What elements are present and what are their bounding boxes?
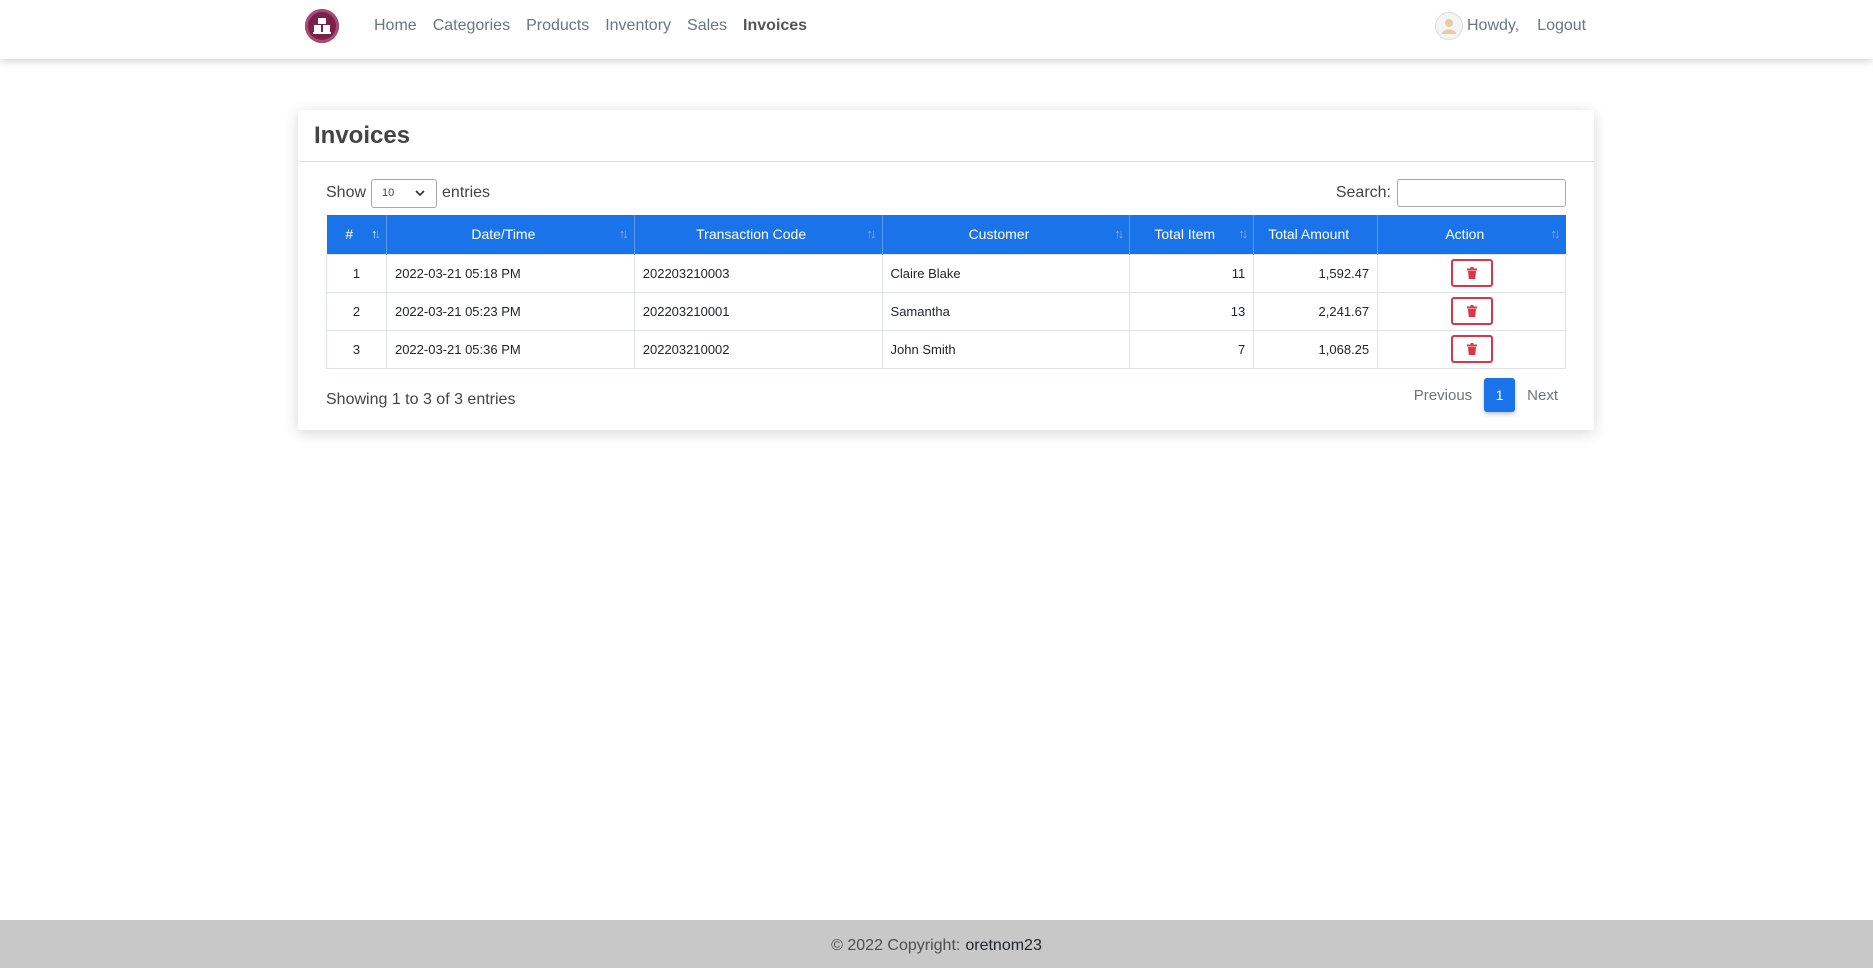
cell-total-amount: 2,241.67 — [1253, 291, 1379, 331]
column-header-action[interactable]: Action ↑↓ — [1377, 215, 1566, 254]
cell-total-item: 11 — [1129, 253, 1255, 293]
cell-number: 2 — [326, 291, 387, 331]
delete-button[interactable] — [1450, 335, 1493, 363]
column-header-customer[interactable]: Customer ↑↓ — [882, 215, 1131, 254]
cell-total-amount: 1,592.47 — [1253, 253, 1379, 293]
cell-action — [1377, 253, 1566, 293]
trash-icon — [1466, 343, 1477, 355]
user-avatar-icon — [1442, 19, 1456, 34]
chevron-down-icon — [415, 190, 425, 197]
copyright-owner-link[interactable]: oretnom23 — [965, 937, 1042, 955]
sort-icon: ↑↓ — [1238, 226, 1248, 241]
search-control: Search: — [1336, 178, 1566, 208]
column-header-label: # — [345, 226, 354, 243]
pagination: Previous 1 Next — [1402, 378, 1570, 412]
nav-products[interactable]: Products — [526, 17, 589, 35]
column-header-total-amount: Total Amount — [1253, 215, 1379, 254]
sort-icon: ↑↓ — [1114, 226, 1124, 241]
search-label: Search: — [1335, 184, 1391, 201]
trash-icon — [1466, 267, 1477, 279]
table-row: 2 2022-03-21 05:23 PM 202203210001 Saman… — [326, 291, 1566, 331]
column-header-label: Date/Time — [471, 226, 536, 243]
cell-customer: Samantha — [881, 291, 1131, 331]
page-length-value: 10 — [382, 187, 395, 199]
cell-transaction-code: 202203210003 — [633, 253, 883, 293]
table-info: Showing 1 to 3 of 3 entries — [326, 391, 516, 408]
column-header-label: Total Item — [1154, 226, 1216, 243]
cell-customer: John Smith — [881, 329, 1131, 369]
page-length-control: Show 10 entries — [326, 178, 490, 208]
sort-icon: ↑↓ — [618, 226, 629, 241]
cell-number: 1 — [326, 253, 387, 293]
page-footer: © 2022 Copyright: oretnom23 — [0, 920, 1873, 968]
cell-action — [1377, 291, 1566, 331]
column-header-label: Total Amount — [1268, 226, 1350, 243]
previous-page-button[interactable]: Previous — [1402, 379, 1484, 412]
delete-button[interactable] — [1450, 259, 1493, 287]
column-header-total-item[interactable]: Total Item ↑↓ — [1129, 215, 1255, 254]
trash-icon — [1466, 305, 1477, 317]
nav-home[interactable]: Home — [374, 17, 417, 35]
table-row: 1 2022-03-21 05:18 PM 202203210003 Clair… — [326, 253, 1566, 293]
cell-transaction-code: 202203210001 — [633, 291, 883, 331]
cell-transaction-code: 202203210002 — [633, 329, 883, 369]
nav-categories[interactable]: Categories — [433, 17, 510, 35]
brand-logo[interactable] — [305, 9, 339, 43]
store-logo-icon — [313, 18, 331, 34]
table-header-row: # ↑↓ Date/Time ↑↓ Transaction Code ↑↓ Custo… — [326, 215, 1566, 254]
card-header: Invoices — [298, 110, 1594, 162]
column-header-label: Customer — [968, 226, 1030, 243]
sort-icon: ↑↓ — [1550, 226, 1561, 241]
greeting-text: Howdy, — [1467, 17, 1520, 34]
nav-sales[interactable]: Sales — [687, 17, 727, 35]
invoices-table: # ↑↓ Date/Time ↑↓ Transaction Code ↑↓ Custo… — [326, 215, 1566, 369]
table-controls: Show 10 entries Search: — [326, 178, 1566, 208]
cell-total-item: 13 — [1129, 291, 1255, 331]
top-navbar: Home Categories Products Inventory Sales… — [0, 0, 1873, 59]
main-nav: Home Categories Products Inventory Sales… — [374, 0, 823, 52]
copyright-text: © 2022 Copyright: — [831, 937, 961, 954]
cell-total-amount: 1,068.25 — [1253, 329, 1379, 369]
cell-datetime: 2022-03-21 05:18 PM — [385, 253, 635, 293]
column-header-number[interactable]: # ↑↓ — [326, 215, 387, 254]
page-length-select[interactable]: 10 — [371, 178, 438, 208]
column-header-label: Transaction Code — [696, 226, 807, 243]
cell-customer: Claire Blake — [881, 253, 1131, 293]
column-header-datetime[interactable]: Date/Time ↑↓ — [386, 215, 635, 254]
sort-icon: ↑↓ — [866, 226, 877, 241]
cell-total-item: 7 — [1129, 329, 1255, 369]
user-menu: Howdy, Logout — [1435, 0, 1586, 52]
cell-datetime: 2022-03-21 05:36 PM — [385, 329, 635, 369]
sort-asc-icon: ↑↓ — [370, 226, 381, 241]
nav-inventory[interactable]: Inventory — [605, 17, 671, 35]
next-page-button[interactable]: Next — [1515, 379, 1570, 412]
cell-action — [1377, 329, 1566, 369]
avatar[interactable] — [1435, 12, 1463, 40]
search-input[interactable] — [1397, 179, 1566, 207]
page-1-button[interactable]: 1 — [1484, 378, 1516, 412]
delete-button[interactable] — [1450, 297, 1493, 325]
page-title: Invoices — [314, 122, 411, 149]
invoices-card: Invoices Show 10 entries Search: # ↑↓ Da… — [298, 110, 1594, 430]
entries-label: entries — [442, 184, 491, 201]
cell-number: 3 — [326, 329, 387, 369]
show-label: Show — [326, 184, 367, 201]
cell-datetime: 2022-03-21 05:23 PM — [385, 291, 635, 331]
nav-invoices[interactable]: Invoices — [743, 17, 807, 35]
logout-link[interactable]: Logout — [1537, 17, 1586, 35]
column-header-label: Action — [1445, 226, 1485, 243]
table-row: 3 2022-03-21 05:36 PM 202203210002 John … — [326, 329, 1566, 369]
column-header-transaction-code[interactable]: Transaction Code ↑↓ — [634, 215, 883, 254]
